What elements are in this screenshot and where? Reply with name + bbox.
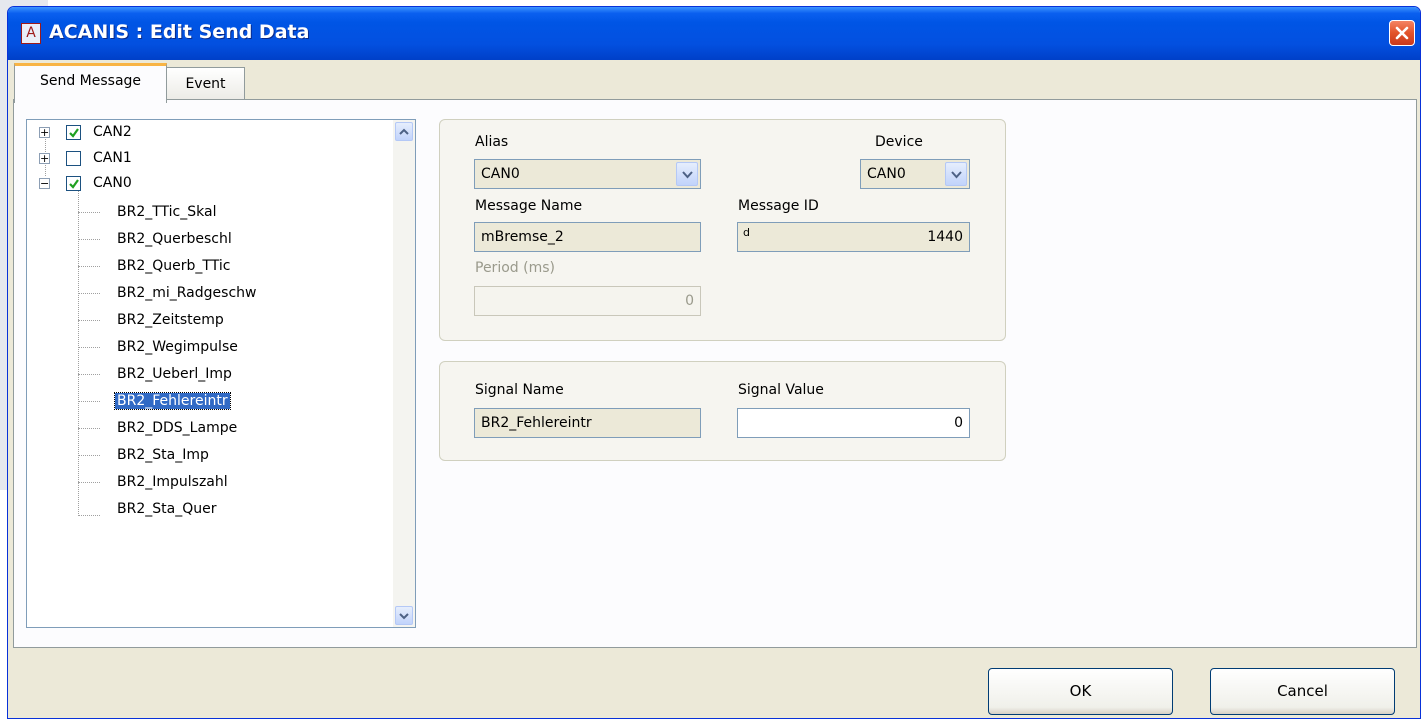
edit-send-data-dialog: A ACANIS : Edit Send Data Send Message E… — [7, 6, 1421, 719]
period-label: Period (ms) — [475, 260, 555, 276]
tree-leaf-signal[interactable]: BR2_Zeitstemp — [117, 309, 224, 331]
checkbox-can0[interactable] — [66, 176, 81, 191]
tree-leaf-signal[interactable]: BR2_Ueberl_Imp — [117, 363, 232, 385]
tree-branch — [78, 266, 100, 267]
chevron-down-icon — [682, 171, 693, 179]
tree-branch — [78, 482, 100, 483]
message-name-label: Message Name — [475, 198, 583, 214]
message-group: Alias CAN0 Device CAN0 Message Name mBre… — [439, 119, 1006, 341]
app-icon: A — [21, 23, 41, 44]
signal-value-label: Signal Value — [738, 382, 824, 398]
device-label: Device — [875, 134, 923, 150]
tree-branch — [78, 515, 100, 516]
checkbox-can1[interactable] — [66, 151, 81, 166]
tab-event[interactable]: Event — [166, 67, 245, 100]
tree-leaf-signal[interactable]: BR2_mi_Radgeschw — [117, 282, 256, 304]
device-value: CAN0 — [867, 166, 906, 182]
alias-value: CAN0 — [481, 166, 520, 182]
selected-signal-label: BR2_Fehlereintr — [114, 392, 231, 410]
title-bar[interactable]: A ACANIS : Edit Send Data — [8, 7, 1420, 60]
tree-leaf-signal[interactable]: BR2_Impulszahl — [117, 471, 228, 493]
tree-node-label: CAN2 — [93, 124, 132, 140]
message-id-field[interactable]: d 1440 — [737, 222, 970, 252]
signal-value-field[interactable]: 0 — [737, 408, 970, 438]
signal-name-field[interactable]: BR2_Fehlereintr — [474, 408, 701, 438]
tree-branch — [78, 239, 100, 240]
cancel-button[interactable]: Cancel — [1210, 668, 1395, 715]
collapse-icon[interactable]: − — [39, 178, 50, 189]
tree-node-can1[interactable]: + CAN1 — [39, 147, 239, 169]
tree-branch — [78, 455, 100, 456]
tree-leaf-signal[interactable]: BR2_TTic_Skal — [117, 201, 216, 223]
tree-branch — [78, 428, 100, 429]
chevron-down-icon — [399, 613, 409, 620]
window-title: ACANIS : Edit Send Data — [49, 21, 310, 43]
message-tree[interactable]: + CAN2 + CAN1 − CAN0 BR2_TTic_Skal BR2_Q… — [26, 119, 416, 628]
device-dropdown-button[interactable] — [945, 162, 967, 186]
checkmark-icon — [69, 179, 79, 189]
tree-leaf-signal[interactable]: BR2_DDS_Lampe — [117, 417, 237, 439]
tree-node-label: CAN0 — [93, 175, 132, 191]
period-field[interactable]: 0 — [474, 286, 701, 316]
expand-icon[interactable]: + — [39, 153, 50, 164]
tree-node-can2[interactable]: + CAN2 — [39, 121, 239, 143]
tree-child-line — [78, 184, 79, 516]
scroll-down-button[interactable] — [395, 606, 413, 625]
close-button[interactable] — [1389, 20, 1415, 46]
device-combobox[interactable]: CAN0 — [860, 159, 970, 189]
tree-branch — [78, 347, 100, 348]
message-name-field[interactable]: mBremse_2 — [474, 222, 701, 252]
id-format-prefix: d — [743, 226, 750, 239]
signal-group: Signal Name BR2_Fehlereintr Signal Value… — [439, 361, 1006, 461]
chevron-up-icon — [399, 128, 409, 135]
tree-branch — [78, 401, 100, 402]
tree-leaf-signal[interactable]: BR2_Wegimpulse — [117, 336, 238, 358]
scroll-up-button[interactable] — [395, 122, 413, 141]
tree-branch — [78, 374, 100, 375]
alias-dropdown-button[interactable] — [676, 162, 698, 186]
tree-node-label: CAN1 — [93, 150, 132, 166]
checkbox-can2[interactable] — [66, 125, 81, 140]
tree-node-can0[interactable]: − CAN0 — [39, 172, 239, 194]
ok-button[interactable]: OK — [988, 668, 1173, 715]
tab-send-message[interactable]: Send Message — [14, 63, 167, 103]
message-id-label: Message ID — [738, 198, 819, 214]
send-message-page: + CAN2 + CAN1 − CAN0 BR2_TTic_Skal BR2_Q… — [13, 99, 1417, 648]
close-icon — [1395, 26, 1409, 40]
tree-branch — [78, 320, 100, 321]
chevron-down-icon — [951, 171, 962, 179]
tree-leaf-signal-selected[interactable]: BR2_Fehlereintr — [114, 390, 231, 412]
alias-label: Alias — [475, 134, 509, 150]
signal-name-label: Signal Name — [475, 382, 564, 398]
tree-branch — [78, 293, 100, 294]
expand-icon[interactable]: + — [39, 127, 50, 138]
tab-strip: Send Message Event — [8, 60, 1420, 103]
tree-branch — [78, 212, 100, 213]
tree-leaf-signal[interactable]: BR2_Sta_Quer — [117, 498, 216, 520]
tree-leaf-signal[interactable]: BR2_Querbeschl — [117, 228, 232, 250]
tree-leaf-signal[interactable]: BR2_Sta_Imp — [117, 444, 209, 466]
message-id-value: 1440 — [927, 229, 963, 245]
tree-leaf-signal[interactable]: BR2_Querb_TTic — [117, 255, 230, 277]
tree-scrollbar[interactable] — [393, 120, 415, 627]
alias-combobox[interactable]: CAN0 — [474, 159, 701, 189]
checkmark-icon — [69, 128, 79, 138]
